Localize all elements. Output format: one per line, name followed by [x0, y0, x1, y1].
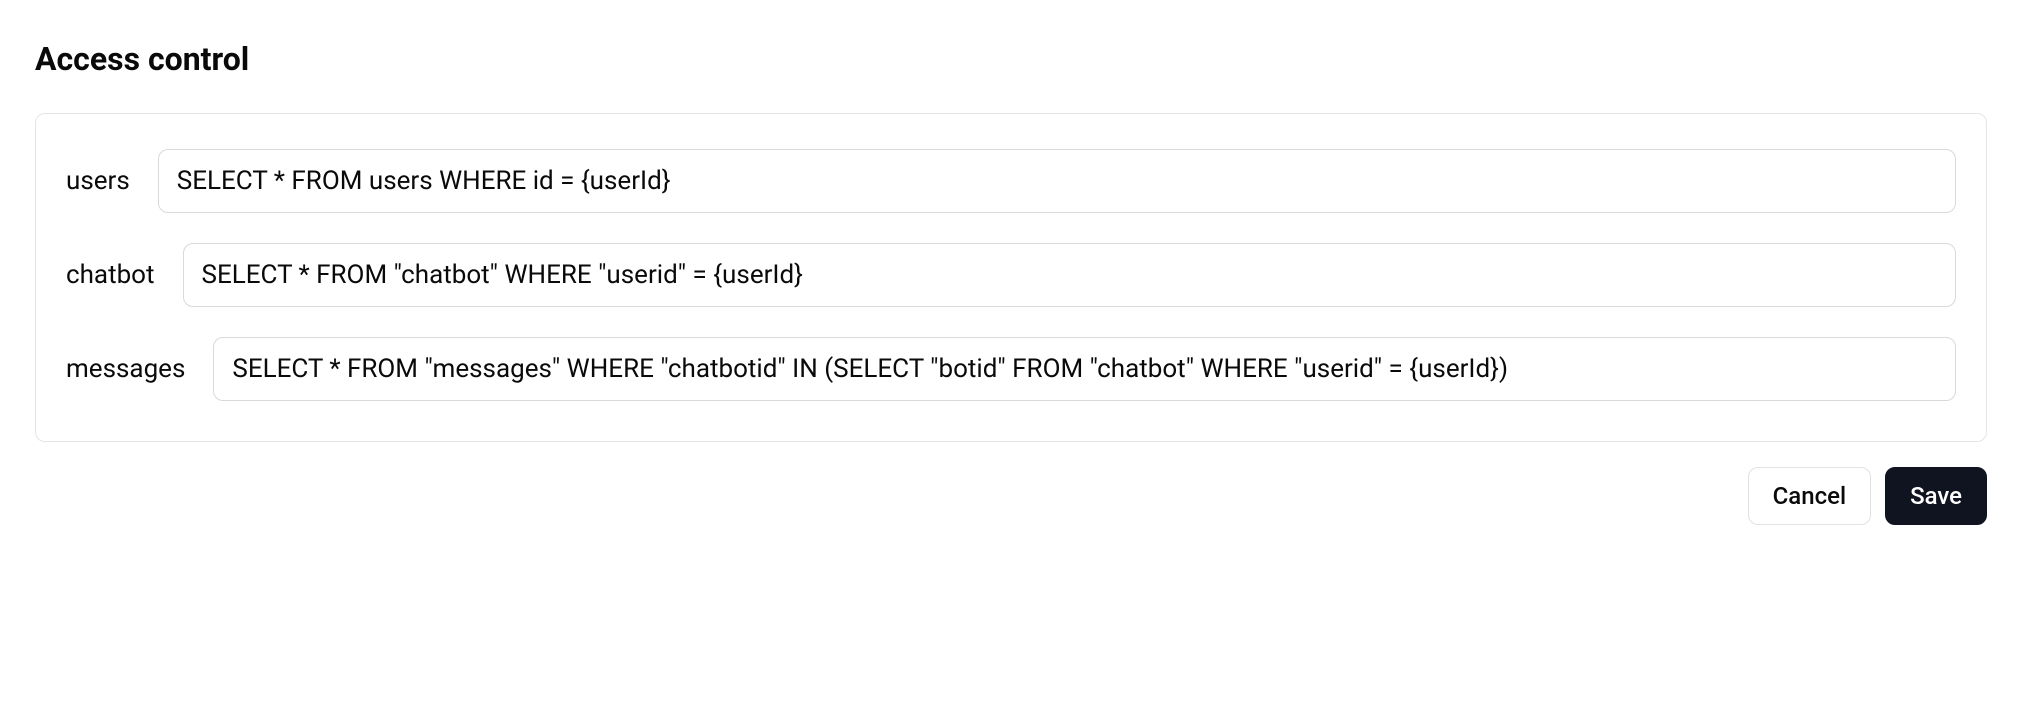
button-row: Cancel Save: [35, 467, 1987, 525]
rule-row-messages: messages: [66, 337, 1956, 401]
page-title: Access control: [35, 40, 1987, 78]
rule-row-users: users: [66, 149, 1956, 213]
rule-label-chatbot: chatbot: [66, 260, 155, 290]
access-control-panel: users chatbot messages: [35, 113, 1987, 442]
rule-input-users[interactable]: [158, 149, 1956, 213]
rule-label-users: users: [66, 166, 130, 196]
rule-row-chatbot: chatbot: [66, 243, 1956, 307]
rule-input-chatbot[interactable]: [183, 243, 1956, 307]
cancel-button[interactable]: Cancel: [1748, 467, 1871, 525]
save-button[interactable]: Save: [1885, 467, 1987, 525]
rule-label-messages: messages: [66, 354, 185, 384]
rule-input-messages[interactable]: [213, 337, 1956, 401]
